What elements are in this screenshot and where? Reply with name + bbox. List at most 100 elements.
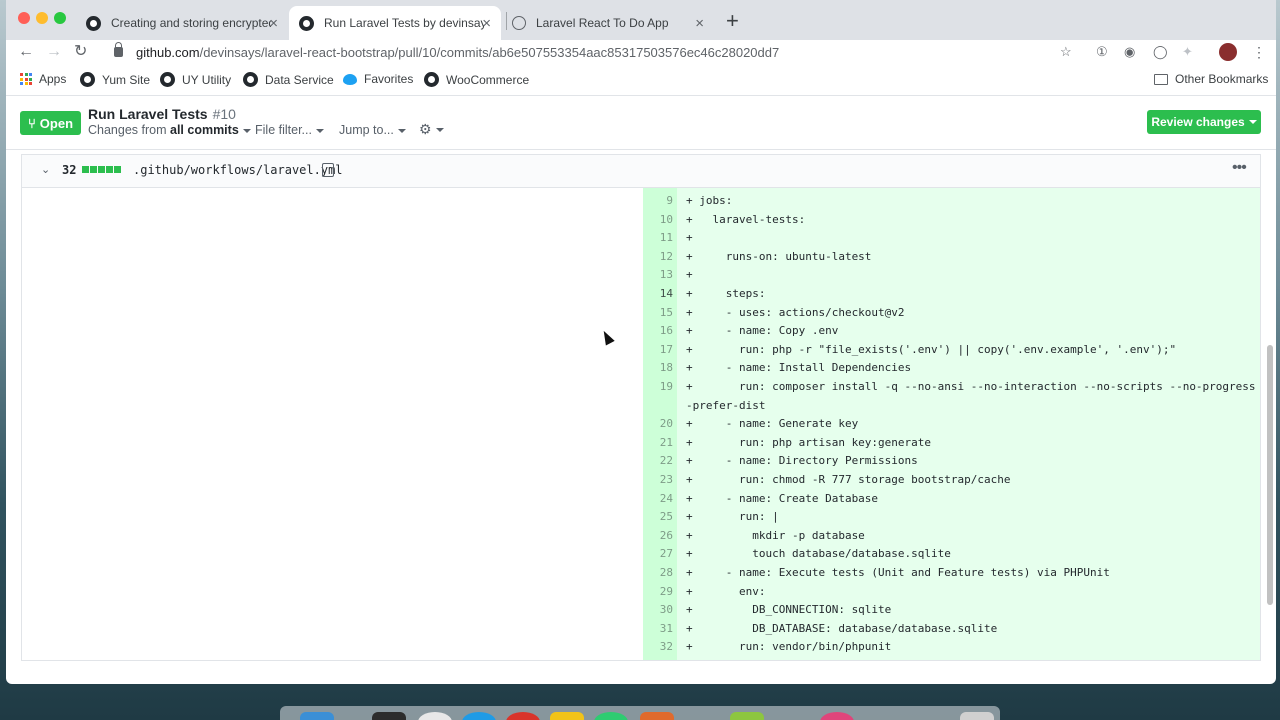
minimize-window-button[interactable] [36,12,48,24]
dock-app-icon[interactable] [594,712,628,720]
dock-app-icon[interactable] [506,712,540,720]
diff-code-line: + - name: Execute tests (Unit and Featur… [686,566,1110,579]
collapse-chevron-icon[interactable]: ⌄ [41,163,50,176]
review-changes-label: Review changes [1151,115,1245,129]
tab-creating-encrypted[interactable]: Creating and storing encrypted × [76,6,288,40]
line-number[interactable]: 26 [643,529,673,542]
line-number[interactable]: 31 [643,622,673,635]
dock-app-icon[interactable] [550,712,584,720]
tab-title: Run Laravel Tests by devinsays [324,16,484,30]
chrome-menu-icon[interactable]: ⋮ [1252,40,1266,64]
bookmark-label: WooCommerce [446,72,530,87]
lock-icon [114,42,123,57]
back-icon[interactable]: ← [18,40,34,64]
file-filter-dropdown[interactable]: File filter... [255,123,324,137]
zoom-window-button[interactable] [54,12,66,24]
tab-title: Laravel React To Do App [536,16,669,30]
chevron-down-icon [435,128,444,133]
extension-1password-icon[interactable]: ① [1096,40,1108,64]
line-number[interactable]: 9 [643,194,673,207]
browser-window: Creating and storing encrypted × Run Lar… [6,0,1276,684]
diff-code-line: + run: vendor/bin/phpunit [686,640,892,654]
line-number[interactable]: 11 [643,231,673,244]
line-number[interactable]: 10 [643,213,673,226]
new-tab-button[interactable]: + [726,8,739,34]
dock-app-icon[interactable] [462,712,496,720]
dock-app-icon[interactable] [960,712,994,720]
github-icon [80,72,95,87]
line-number[interactable]: 30 [643,603,673,616]
tab-laravel-react-todo[interactable]: Laravel React To Do App × [502,6,714,40]
line-number[interactable]: 19 [643,380,673,393]
line-number[interactable]: 15 [643,306,673,319]
pr-state-label: Open [39,115,74,131]
line-number[interactable]: 28 [643,566,673,579]
pr-state-badge: ⑂ Open [20,111,81,135]
dock-app-icon[interactable] [640,712,674,720]
extension-circle-icon[interactable]: ◯ [1153,40,1168,64]
dock-app-icon[interactable] [730,712,764,720]
left-diff-pane [22,188,643,660]
address-bar[interactable]: github.com/devinsays/laravel-react-boots… [102,40,1082,64]
line-number[interactable]: 27 [643,547,673,560]
chevron-down-icon [1248,120,1257,124]
dock-app-icon[interactable] [300,712,334,720]
dock-app-icon[interactable] [418,712,452,720]
copy-path-icon[interactable] [322,163,334,177]
bookmark-star-icon[interactable]: ☆ [1060,40,1072,64]
bookmark-data-service[interactable]: Data Service [243,72,334,87]
diff-code-line: + mkdir -p database [686,528,865,542]
close-tab-icon[interactable]: × [269,15,278,32]
dock-app-icon[interactable] [820,712,854,720]
extension-puzzle-icon[interactable]: ✦ [1182,40,1193,64]
bookmark-uy-utility[interactable]: UY Utility [160,72,231,87]
bookmark-yum-site[interactable]: Yum Site [80,72,150,87]
line-number[interactable]: 13 [643,268,673,281]
github-icon [160,72,175,87]
review-changes-button[interactable]: Review changes [1147,110,1261,134]
close-window-button[interactable] [18,12,30,24]
close-tab-icon[interactable]: × [695,15,704,32]
line-number[interactable]: 18 [643,361,673,374]
extension-camera-icon[interactable]: ◉ [1124,40,1135,64]
bookmark-favorites[interactable]: Favorites [343,72,413,86]
line-number[interactable]: 25 [643,510,673,523]
profile-avatar[interactable] [1219,43,1237,61]
line-number[interactable]: 22 [643,454,673,467]
line-number[interactable]: 24 [643,492,673,505]
split-diff-view: 9 + jobs: 10 + laravel-tests: 11 +12 + runs-on… [21,188,1261,661]
reload-icon[interactable]: ↻ [74,40,87,64]
line-number[interactable]: 23 [643,473,673,486]
bookmark-label: Yum Site [102,72,151,87]
diff-code-line: + run: composer install -q --no-ansi --n… [686,380,1261,393]
github-icon [86,15,101,31]
line-number[interactable]: 20 [643,417,673,430]
line-number[interactable]: 32 [643,640,673,653]
bookmark-apps[interactable]: Apps [20,72,66,86]
diff-settings-dropdown[interactable]: ⚙ [419,121,444,138]
jump-to-dropdown[interactable]: Jump to... [339,123,406,137]
changes-prefix: Changes from [88,123,167,137]
page-scrollbar[interactable] [1267,345,1273,605]
line-number[interactable]: 16 [643,324,673,337]
line-number[interactable]: 21 [643,436,673,449]
diff-code-line: + touch database/database.sqlite [686,547,951,561]
line-number[interactable]: 14 [643,287,673,300]
more-options-icon[interactable]: ••• [1232,159,1247,177]
pr-number: #10 [212,106,236,122]
address-path: /devinsays/laravel-react-bootstrap/pull/… [199,44,780,60]
forward-icon[interactable]: → [46,40,62,64]
dock-app-icon[interactable] [372,712,406,720]
bookmark-label: Other Bookmarks [1175,72,1269,86]
line-number[interactable]: 29 [643,585,673,598]
line-number[interactable]: 12 [643,250,673,263]
pr-toolbar: ⑂ Open Run Laravel Tests #10 Changes from… [6,97,1276,150]
bookmark-woocommerce[interactable]: WooCommerce [424,72,529,87]
line-number[interactable]: 17 [643,343,673,356]
github-icon [243,72,258,87]
changes-from-dropdown[interactable]: Changes from all commits [88,123,251,137]
file-path[interactable]: .github/workflows/laravel.yml [133,163,343,177]
tab-run-laravel-tests[interactable]: Run Laravel Tests by devinsays × [289,6,501,40]
other-bookmarks[interactable]: Other Bookmarks [1154,72,1268,86]
close-tab-icon[interactable]: × [482,15,491,32]
